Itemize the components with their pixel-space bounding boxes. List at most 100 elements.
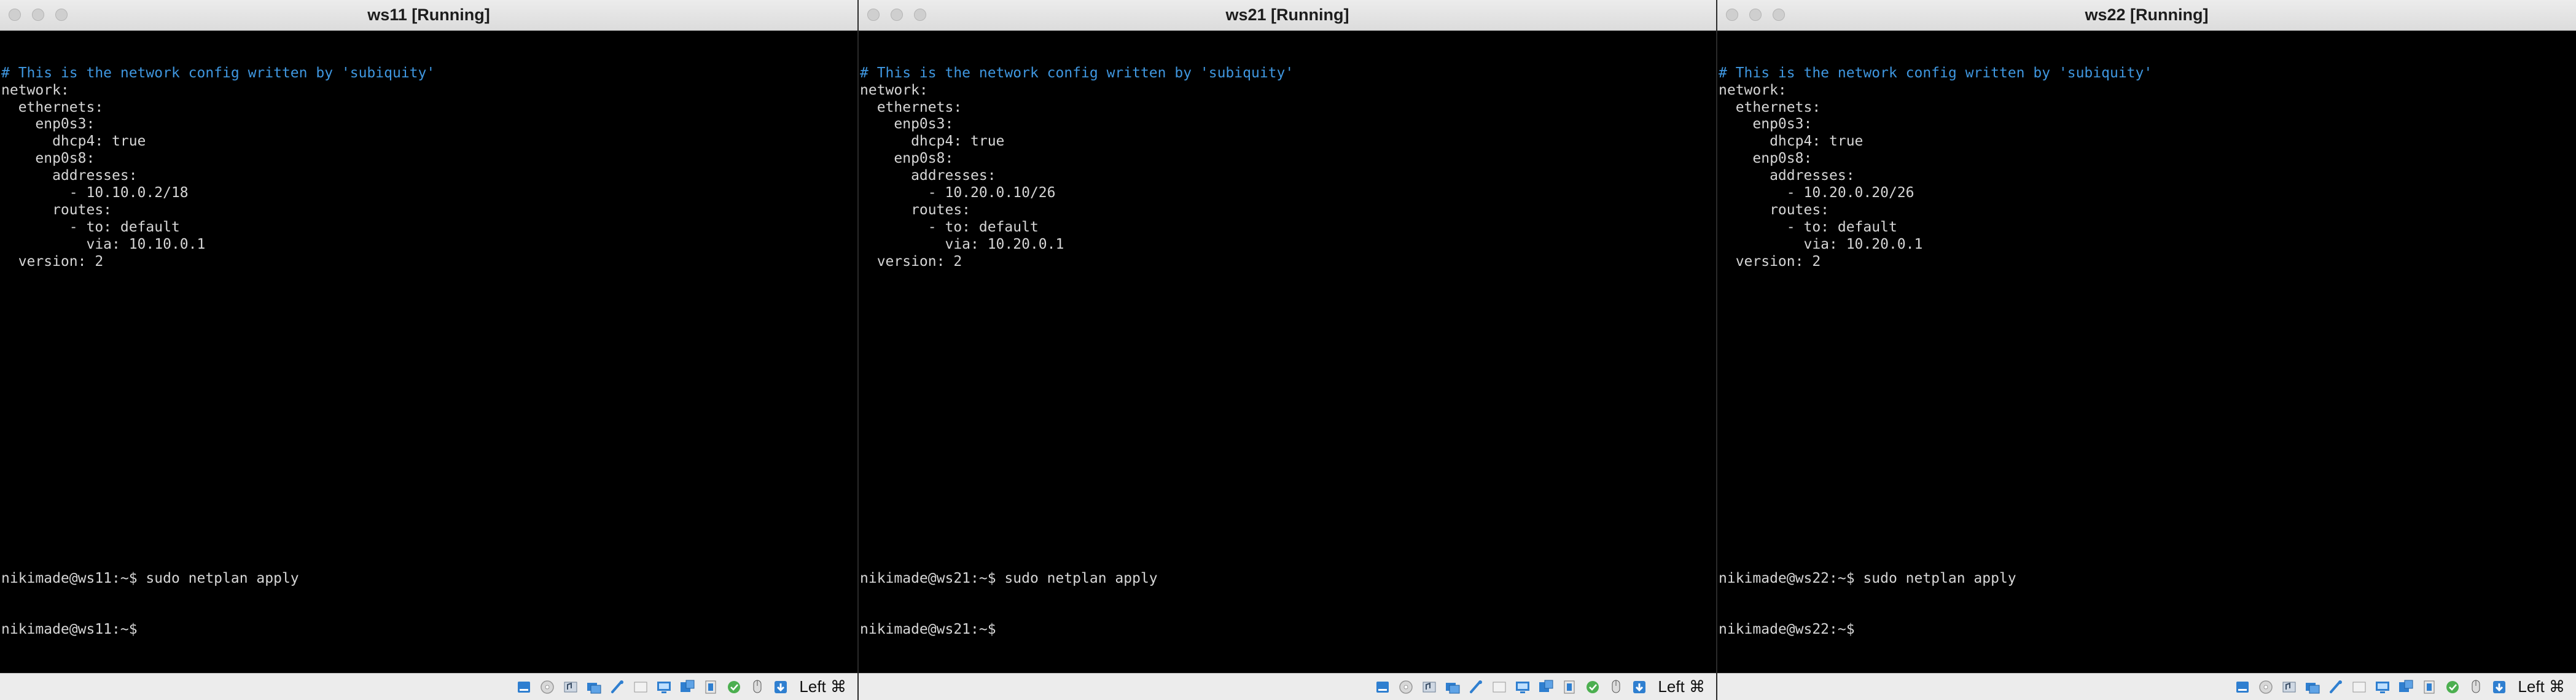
mouse-integration-icon[interactable] (1606, 678, 1626, 696)
display-icon[interactable] (654, 678, 674, 696)
terminal-line: addresses: (860, 168, 996, 184)
terminal-comment-line: # This is the network config written by … (860, 64, 1294, 81)
terminal-line: nikimade@ws22:~$ sudo netplan apply (1719, 570, 2016, 586)
usb-icon[interactable] (607, 678, 627, 696)
shell-prompt-block: nikimade@ws21:~$ sudo netplan apply niki… (860, 536, 1158, 673)
minimize-button[interactable] (1749, 9, 1762, 21)
host-key-label[interactable]: Left ⌘ (1658, 677, 1705, 696)
mouse-integration-icon[interactable] (747, 678, 767, 696)
keyboard-capture-icon[interactable] (1630, 678, 1649, 696)
netplan-config-output: # This is the network config written by … (860, 65, 1716, 271)
terminal-screen[interactable]: # This is the network config written by … (0, 31, 857, 673)
terminal-line: nikimade@ws22:~$ (1719, 621, 1855, 638)
network-icon[interactable] (1443, 678, 1462, 696)
netplan-config-output: # This is the network config written by … (1719, 65, 2576, 271)
terminal-line: version: 2 (1, 253, 104, 270)
shared-folders-icon[interactable] (2349, 678, 2369, 696)
close-button[interactable] (867, 9, 880, 21)
terminal-line: enp0s8: (860, 150, 954, 167)
shared-folders-icon[interactable] (1489, 678, 1509, 696)
terminal-screen[interactable]: # This is the network config written by … (859, 31, 1716, 673)
terminal-line: ethernets: (1, 99, 104, 115)
terminal-line: dhcp4: true (860, 133, 1005, 150)
minimize-button[interactable] (32, 9, 44, 21)
audio-icon[interactable] (1419, 678, 1439, 696)
shell-prompt-block: nikimade@ws11:~$ sudo netplan apply niki… (1, 536, 299, 673)
cpu-icon[interactable] (1583, 678, 1602, 696)
vm-window-ws22[interactable]: ws22 [Running] # This is the network con… (1717, 0, 2576, 700)
terminal-line: network: (1719, 82, 1787, 98)
terminal-line: enp0s3: (1, 116, 95, 133)
zoom-button[interactable] (1773, 9, 1785, 21)
window-titlebar[interactable]: ws21 [Running] (859, 0, 1716, 31)
display-icon[interactable] (2373, 678, 2392, 696)
network-icon[interactable] (2303, 678, 2322, 696)
audio-icon[interactable] (561, 678, 580, 696)
close-button[interactable] (1726, 9, 1738, 21)
hard-disk-icon[interactable] (2233, 678, 2252, 696)
terminal-line: addresses: (1, 168, 138, 184)
terminal-line: network: (1, 82, 69, 98)
keyboard-capture-icon[interactable] (2489, 678, 2509, 696)
audio-icon[interactable] (2279, 678, 2299, 696)
recording-icon[interactable] (2419, 678, 2439, 696)
terminal-line: routes: (1719, 201, 1830, 218)
mouse-integration-icon[interactable] (2466, 678, 2486, 696)
window-controls (867, 9, 926, 21)
terminal-line: nikimade@ws11:~$ sudo netplan apply (1, 570, 299, 586)
vm-window-ws11[interactable]: ws11 [Running] # This is the network con… (0, 0, 859, 700)
video-capture-icon[interactable] (1536, 678, 1556, 696)
status-icons (514, 678, 790, 696)
terminal-line: addresses: (1719, 168, 1855, 184)
cpu-icon[interactable] (2443, 678, 2462, 696)
optical-drive-icon[interactable] (2256, 678, 2276, 696)
host-key-label[interactable]: Left ⌘ (2518, 677, 2565, 696)
zoom-button[interactable] (914, 9, 926, 21)
window-titlebar[interactable]: ws22 [Running] (1717, 0, 2576, 31)
usb-icon[interactable] (2326, 678, 2346, 696)
terminal-line: version: 2 (860, 253, 962, 270)
terminal-line: ethernets: (860, 99, 962, 115)
terminal-line: - to: default (1, 219, 180, 235)
terminal-line: - 10.20.0.10/26 (860, 185, 1056, 201)
network-icon[interactable] (584, 678, 604, 696)
close-button[interactable] (9, 9, 21, 21)
terminal-line: nikimade@ws21:~$ sudo netplan apply (860, 570, 1158, 586)
recording-icon[interactable] (701, 678, 720, 696)
cpu-icon[interactable] (724, 678, 744, 696)
minimize-button[interactable] (891, 9, 903, 21)
terminal-line: via: 10.20.0.1 (860, 236, 1064, 252)
video-capture-icon[interactable] (2396, 678, 2416, 696)
terminal-line: enp0s8: (1719, 150, 1813, 167)
display-icon[interactable] (1513, 678, 1532, 696)
usb-icon[interactable] (1466, 678, 1486, 696)
keyboard-capture-icon[interactable] (771, 678, 790, 696)
vm-window-ws21[interactable]: ws21 [Running] # This is the network con… (859, 0, 1717, 700)
terminal-line: - to: default (860, 219, 1039, 235)
shared-folders-icon[interactable] (631, 678, 650, 696)
terminal-line: dhcp4: true (1719, 133, 1864, 150)
terminal-line: nikimade@ws21:~$ (860, 621, 996, 638)
terminal-line: - 10.20.0.20/26 (1719, 185, 1914, 201)
optical-drive-icon[interactable] (1396, 678, 1416, 696)
window-title: ws21 [Running] (1225, 6, 1349, 24)
video-capture-icon[interactable] (677, 678, 697, 696)
window-titlebar[interactable]: ws11 [Running] (0, 0, 857, 31)
hard-disk-icon[interactable] (514, 678, 534, 696)
hard-disk-icon[interactable] (1373, 678, 1392, 696)
netplan-config-output: # This is the network config written by … (1, 65, 857, 271)
host-key-label[interactable]: Left ⌘ (799, 677, 846, 696)
terminal-line: version: 2 (1719, 253, 1821, 270)
window-controls (1726, 9, 1785, 21)
terminal-line: nikimade@ws11:~$ (1, 621, 138, 638)
optical-drive-icon[interactable] (537, 678, 557, 696)
recording-icon[interactable] (1559, 678, 1579, 696)
zoom-button[interactable] (55, 9, 68, 21)
terminal-screen[interactable]: # This is the network config written by … (1717, 31, 2576, 673)
terminal-line: routes: (860, 201, 971, 218)
vm-status-bar: Left ⌘ (1717, 673, 2576, 700)
desktop: ws11 [Running] # This is the network con… (0, 0, 2576, 700)
terminal-comment-line: # This is the network config written by … (1, 64, 435, 81)
window-title: ws22 [Running] (2085, 6, 2209, 24)
terminal-line: - 10.10.0.2/18 (1, 185, 189, 201)
